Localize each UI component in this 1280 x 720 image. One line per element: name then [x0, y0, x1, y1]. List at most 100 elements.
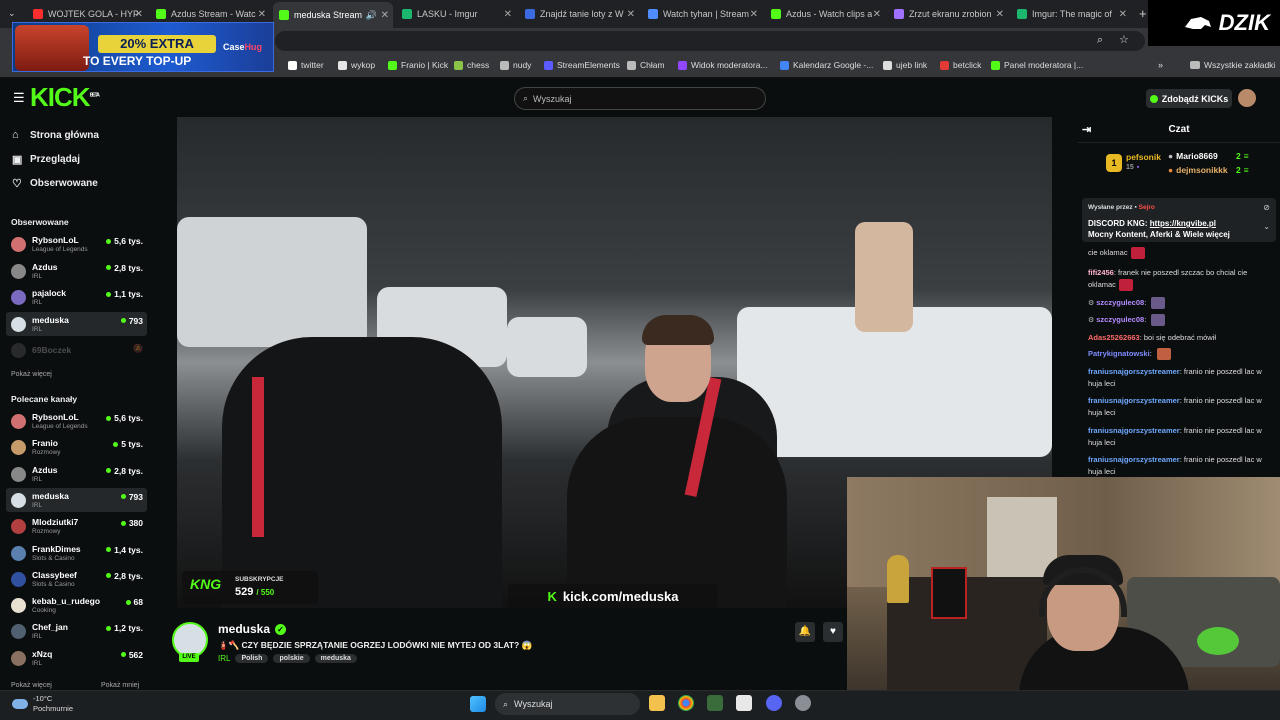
close-tab-icon[interactable]: ✕ [873, 9, 881, 20]
chat-username[interactable]: szczygulec08 [1096, 298, 1144, 307]
nav-home[interactable]: ⌂ Strona główna [12, 129, 99, 141]
taskbar-search[interactable]: ⌕ Wyszukaj [495, 693, 640, 715]
channel-item[interactable]: Chef_jan IRL 1,2 tys. [6, 619, 147, 643]
bookmark-item[interactable]: nudy [500, 60, 531, 70]
bookmark-item[interactable]: ujeb link [883, 60, 927, 70]
browser-tab[interactable]: Watch tyhan | Stream ✕ [642, 4, 762, 24]
tab-list-chevron-icon[interactable]: ⌄ [8, 8, 16, 19]
channel-item[interactable]: Azdus IRL 2,8 tys. [6, 259, 147, 283]
search-input[interactable]: ⌕ Wyszukaj [514, 87, 766, 110]
close-tab-icon[interactable]: ✕ [1119, 9, 1127, 20]
file-explorer-icon[interactable] [649, 695, 665, 711]
collapse-chat-icon[interactable]: ⇥ [1082, 117, 1091, 143]
kick-logo[interactable]: KICKBETA [30, 82, 100, 113]
follow-heart-button[interactable]: ♥ [823, 622, 843, 642]
close-tab-icon[interactable]: ✕ [750, 9, 758, 20]
channel-avatar [11, 440, 26, 456]
show-more-recommended[interactable]: Pokaż więcej [11, 682, 52, 689]
app-icon[interactable] [707, 695, 723, 711]
chat-username[interactable]: Patrykignatowski [1088, 349, 1150, 358]
chat-message: ⚙ szczygulec08: [1088, 314, 1274, 327]
channel-item[interactable]: Mlodziutki7 Rozmowy 380 [6, 514, 147, 538]
app-icon[interactable] [736, 695, 752, 711]
address-field[interactable] [275, 31, 1145, 51]
channel-item[interactable]: Franio Rozmowy 5 tys. [6, 435, 147, 459]
tag[interactable]: Polish [235, 654, 269, 663]
browser-tab[interactable]: Imgur: The magic of ✕ [1011, 4, 1131, 24]
bookmark-item[interactable]: Panel moderatora |... [991, 60, 1083, 70]
nav-heart[interactable]: ♡ Obserwowane [12, 177, 98, 190]
weather-widget[interactable]: -10°C Pochmurnie [12, 694, 73, 714]
browser-tab[interactable]: Azdus Stream - Watc ✕ [150, 4, 270, 24]
chat-username[interactable]: franiusnajgorszystreamer [1088, 455, 1180, 464]
windows-start-icon[interactable] [470, 696, 486, 712]
tag[interactable]: polskie [273, 654, 310, 663]
channel-item[interactable]: meduska IRL 793 [6, 311, 147, 336]
browser-tab[interactable]: Znajdź tanie loty z W ✕ [519, 4, 639, 24]
close-tab-icon[interactable]: ✕ [135, 9, 143, 20]
streamer-name[interactable]: meduska ✓ [218, 622, 287, 636]
bookmark-item[interactable]: Chłam [627, 60, 665, 70]
notification-bell-button[interactable]: 🔔 [795, 622, 815, 642]
browser-tab[interactable]: LASKU - Imgur ✕ [396, 4, 516, 24]
browser-tab[interactable]: Azdus - Watch clips a ✕ [765, 4, 885, 24]
chat-username[interactable]: franiusnajgorszystreamer [1088, 367, 1180, 376]
bookmark-item[interactable]: Kalendarz Google -... [780, 60, 873, 70]
emote-icon [1156, 348, 1171, 361]
show-less-recommended[interactable]: Pokaż mniej [101, 682, 139, 689]
chat-username[interactable]: szczygulec08 [1096, 315, 1144, 324]
channel-item[interactable]: Classybeef Slots & Casino 2,8 tys. [6, 567, 147, 591]
channel-item[interactable]: RybsonLoL League of Legends 5,6 tys. [6, 409, 147, 433]
browser-tab[interactable]: Zrzut ekranu zrobion ✕ [888, 4, 1008, 24]
more-bookmarks-icon[interactable]: » [1158, 60, 1163, 70]
expand-chevron-icon[interactable]: ⌄ [1263, 222, 1270, 231]
all-bookmarks[interactable]: Wszystkie zakładki [1190, 60, 1275, 70]
browser-tab[interactable]: WOJTEK GOLA - HYP ✕ [27, 4, 147, 24]
channel-item[interactable]: RybsonLoL League of Legends 5,6 tys. [6, 232, 147, 256]
bookmark-item[interactable]: Widok moderatora... [678, 60, 768, 70]
menu-icon[interactable]: ☰ [13, 90, 25, 106]
kick-k-icon: K [547, 588, 557, 604]
channel-item[interactable]: FrankDimes Slots & Casino 1,4 tys. [6, 541, 147, 565]
browser-tab[interactable]: meduska Stream 🔊 ✕ [273, 2, 393, 28]
chat-username[interactable]: Adas25262663 [1088, 333, 1140, 342]
chrome-icon[interactable] [678, 695, 694, 711]
channel-item[interactable]: pajalock IRL 1,1 tys. [6, 285, 147, 309]
channel-item[interactable]: xNzq IRL 562 [6, 646, 147, 670]
bookmark-favicon-icon [500, 60, 509, 70]
show-more-followed[interactable]: Pokaż więcej [11, 371, 52, 378]
bookmark-item[interactable]: wykop [338, 60, 375, 70]
tag[interactable]: meduska [314, 654, 357, 663]
bookmark-star-icon[interactable]: ☆ [1119, 33, 1129, 46]
discord-icon[interactable] [766, 695, 782, 711]
bookmark-item[interactable]: twitter [288, 60, 324, 70]
bookmark-item[interactable]: Franio | Kick [388, 60, 448, 70]
close-tab-icon[interactable]: ✕ [504, 9, 512, 20]
unpin-icon[interactable]: ⊘ [1263, 203, 1270, 212]
category-link[interactable]: IRL [218, 654, 230, 663]
close-tab-icon[interactable]: ✕ [381, 10, 389, 21]
chat-username[interactable]: franiusnajgorszystreamer [1088, 396, 1180, 405]
chat-username[interactable]: franiusnajgorszystreamer [1088, 426, 1180, 435]
chat-username[interactable]: fifi2456 [1088, 268, 1114, 277]
bookmark-item[interactable]: StreamElements [544, 60, 620, 70]
close-tab-icon[interactable]: ✕ [996, 9, 1004, 20]
channel-item[interactable]: 69Boczek 🔕 [6, 338, 147, 362]
channel-item[interactable]: kebab_u_rudego Cooking 68 [6, 593, 147, 617]
channel-item[interactable]: Azdus IRL 2,8 tys. [6, 462, 147, 486]
user-avatar[interactable] [1238, 89, 1256, 107]
speaker-icon[interactable]: 🔊 [366, 10, 377, 21]
get-kicks-button[interactable]: Zdobądź KICKs [1146, 89, 1232, 108]
leaderboard-count: 2 ≡ [1236, 151, 1249, 161]
close-tab-icon[interactable]: ✕ [627, 9, 635, 20]
channel-item[interactable]: meduska IRL 793 [6, 487, 147, 512]
room-door [987, 497, 1057, 577]
settings-gear-icon[interactable] [795, 695, 811, 711]
new-tab-button[interactable]: + [1139, 6, 1147, 21]
close-tab-icon[interactable]: ✕ [258, 9, 266, 20]
bookmark-item[interactable]: chess [454, 60, 489, 70]
bookmark-item[interactable]: betclick [940, 60, 981, 70]
pinned-link[interactable]: https://kngvibe.pl [1150, 219, 1216, 228]
zoom-icon[interactable]: ⌕ [1097, 34, 1103, 47]
nav-browse[interactable]: ▣ Przeglądaj [12, 153, 80, 166]
